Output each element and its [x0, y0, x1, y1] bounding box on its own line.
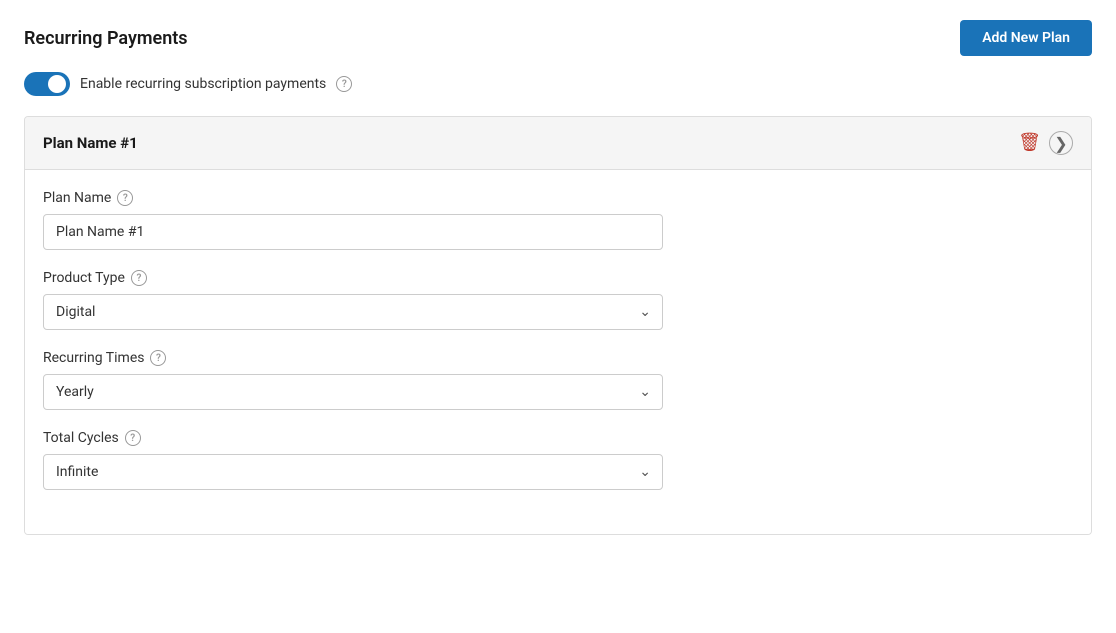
plan-name-label-text: Plan Name — [43, 190, 111, 206]
plan-card: Plan Name #1 🗑 ❯ Plan Name ? Product Typ… — [24, 116, 1092, 535]
plan-card-header: Plan Name #1 🗑 ❯ — [25, 117, 1091, 170]
enable-help-icon: ? — [336, 76, 352, 92]
recurring-times-label: Recurring Times ? — [43, 350, 1073, 366]
page-header: Recurring Payments Add New Plan — [24, 20, 1092, 56]
collapse-plan-icon[interactable]: ❯ — [1049, 131, 1073, 155]
plan-name-help-icon: ? — [117, 190, 133, 206]
product-type-help-icon: ? — [131, 270, 147, 286]
recurring-times-help-icon: ? — [150, 350, 166, 366]
recurring-times-label-text: Recurring Times — [43, 350, 144, 366]
total-cycles-label: Total Cycles ? — [43, 430, 1073, 446]
plan-card-title: Plan Name #1 — [43, 134, 138, 152]
product-type-select[interactable]: Digital Physical Service — [43, 294, 663, 330]
total-cycles-help-icon: ? — [125, 430, 141, 446]
total-cycles-field-group: Total Cycles ? Infinite 1 2 3 6 12 ⌄ — [43, 430, 1073, 490]
total-cycles-select[interactable]: Infinite 1 2 3 6 12 — [43, 454, 663, 490]
enable-label: Enable recurring subscription payments — [80, 76, 326, 92]
enable-toggle[interactable] — [24, 72, 70, 96]
total-cycles-select-wrapper: Infinite 1 2 3 6 12 ⌄ — [43, 454, 663, 490]
plan-name-label: Plan Name ? — [43, 190, 1073, 206]
page-title: Recurring Payments — [24, 28, 188, 49]
plan-card-body: Plan Name ? Product Type ? Digital Physi… — [25, 170, 1091, 534]
recurring-times-field-group: Recurring Times ? Daily Weekly Monthly Y… — [43, 350, 1073, 410]
enable-toggle-row: Enable recurring subscription payments ? — [24, 72, 1092, 96]
plan-card-actions: 🗑 ❯ — [1018, 131, 1073, 155]
toggle-slider — [24, 72, 70, 96]
product-type-select-wrapper: Digital Physical Service ⌄ — [43, 294, 663, 330]
delete-plan-icon[interactable]: 🗑 — [1018, 134, 1041, 152]
plan-name-field-group: Plan Name ? — [43, 190, 1073, 250]
product-type-field-group: Product Type ? Digital Physical Service … — [43, 270, 1073, 330]
recurring-times-select-wrapper: Daily Weekly Monthly Yearly ⌄ — [43, 374, 663, 410]
product-type-label: Product Type ? — [43, 270, 1073, 286]
total-cycles-label-text: Total Cycles — [43, 430, 119, 446]
product-type-label-text: Product Type — [43, 270, 125, 286]
recurring-times-select[interactable]: Daily Weekly Monthly Yearly — [43, 374, 663, 410]
plan-name-input[interactable] — [43, 214, 663, 250]
add-new-plan-button[interactable]: Add New Plan — [960, 20, 1092, 56]
